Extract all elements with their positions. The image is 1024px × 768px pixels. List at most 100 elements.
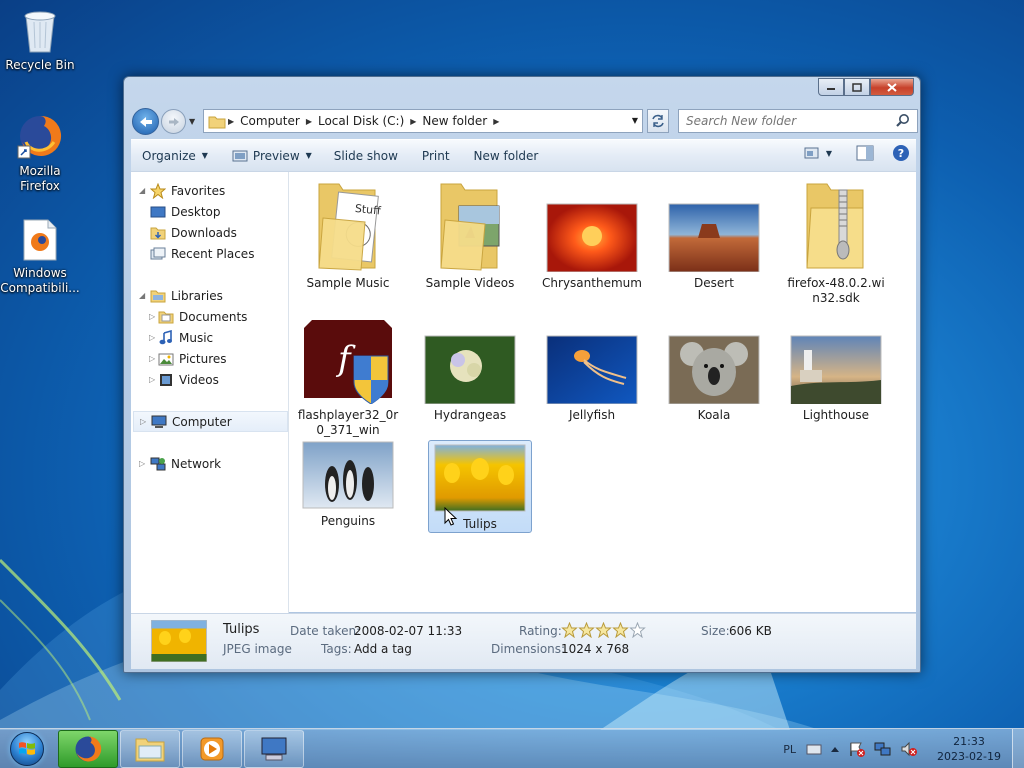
desktop-icon-recycle-bin[interactable]: Recycle Bin	[0, 6, 80, 73]
taskbar-firefox[interactable]	[58, 730, 118, 768]
file-item-lighthouse[interactable]: Lighthouse	[784, 310, 888, 423]
clock[interactable]: 21:33 2023-02-19	[926, 734, 1012, 764]
tree-videos[interactable]: ▷ Videos	[149, 369, 219, 390]
address-history-dropdown[interactable]: ▼	[632, 116, 638, 125]
desktop-icon-firefox[interactable]: Mozilla Firefox	[0, 112, 80, 194]
file-item-sample-videos[interactable]: Sample Videos	[418, 178, 522, 291]
recycle-bin-icon	[24, 11, 56, 53]
forward-button[interactable]	[161, 109, 186, 134]
star-icon[interactable]	[612, 622, 629, 638]
new-folder-button[interactable]: New folder	[465, 144, 548, 168]
file-item-firefox-sdk[interactable]: firefox-48.0.2.win32.sdk	[784, 178, 888, 306]
tree-libraries[interactable]: ◢ Libraries	[139, 285, 223, 306]
zip-folder-icon	[806, 183, 864, 269]
keyboard-icon[interactable]	[806, 743, 822, 755]
expand-arrow-icon[interactable]: ▷	[149, 312, 157, 321]
network-status-icon[interactable]	[874, 741, 892, 757]
preview-button[interactable]: Preview ▼	[223, 144, 321, 168]
rating-stars[interactable]	[561, 622, 646, 638]
taskbar-explorer[interactable]	[120, 730, 180, 768]
file-name: Jellyfish	[568, 408, 616, 422]
breadcrumb-local-disk[interactable]: Local Disk (C:)	[314, 114, 408, 128]
image-thumbnail	[546, 203, 638, 272]
star-icon[interactable]	[629, 622, 646, 638]
slideshow-button[interactable]: Slide show	[325, 144, 407, 168]
expand-arrow-icon[interactable]: ▷	[140, 417, 150, 426]
breadcrumb-separator[interactable]: ▶	[304, 117, 314, 126]
file-item-chrysanthemum[interactable]: Chrysanthemum	[540, 178, 644, 291]
print-button[interactable]: Print	[413, 144, 459, 168]
file-name: Penguins	[320, 514, 376, 528]
video-folder-icon	[440, 183, 500, 271]
collapse-arrow-icon[interactable]: ◢	[139, 291, 149, 300]
refresh-button[interactable]	[647, 109, 669, 133]
organize-button[interactable]: Organize ▼	[131, 144, 217, 168]
details-tags-value[interactable]: Add a tag	[354, 642, 412, 656]
file-item-koala[interactable]: Koala	[662, 310, 766, 423]
breadcrumb-computer[interactable]: Computer	[236, 114, 304, 128]
details-size-value: 606 KB	[729, 624, 772, 638]
search-box[interactable]	[678, 109, 918, 133]
action-center-icon[interactable]	[848, 741, 866, 757]
tree-desktop[interactable]: Desktop	[149, 201, 221, 222]
taskbar-remote-desktop[interactable]	[244, 730, 304, 768]
tree-computer[interactable]: ▷ Computer	[133, 411, 288, 432]
tree-documents[interactable]: ▷ Documents	[149, 306, 247, 327]
back-button[interactable]	[132, 108, 159, 135]
input-language[interactable]: PL	[783, 743, 796, 756]
help-button[interactable]: ?	[892, 144, 910, 162]
file-item-desert[interactable]: Desert	[662, 178, 766, 291]
system-tray: PL 21:33 2023-02-19	[783, 729, 1024, 768]
search-input[interactable]	[686, 114, 891, 128]
details-date-value[interactable]: 2008-02-07 11:33	[354, 624, 462, 638]
recent-pages-dropdown[interactable]: ▼	[189, 117, 195, 126]
preview-icon	[232, 150, 248, 161]
tree-favorites[interactable]: ◢ Favorites	[139, 180, 225, 201]
minimize-button[interactable]	[818, 78, 844, 96]
file-item-penguins[interactable]: Penguins	[296, 440, 400, 529]
show-hidden-icons-icon[interactable]	[830, 745, 840, 753]
image-thumbnail	[546, 335, 638, 404]
folder-icon	[208, 116, 226, 128]
file-name: firefox-48.0.2.win32.sdk	[787, 276, 885, 305]
breadcrumb-separator[interactable]: ▶	[226, 117, 236, 126]
file-item-jellyfish[interactable]: Jellyfish	[540, 310, 644, 423]
tree-label: Downloads	[171, 225, 237, 240]
music-note-icon	[159, 329, 172, 344]
file-name: flashplayer32_0r0_371_win	[297, 408, 399, 437]
tree-recent-places[interactable]: Recent Places	[149, 243, 254, 264]
close-button[interactable]	[870, 78, 914, 96]
breadcrumb-separator[interactable]: ▶	[491, 117, 501, 126]
expand-arrow-icon[interactable]: ▷	[139, 459, 149, 468]
preview-pane-button[interactable]	[856, 145, 874, 161]
desktop-icon-windows-compat[interactable]: Windows Compatibili...	[0, 218, 80, 296]
slideshow-label: Slide show	[333, 148, 398, 163]
tree-music[interactable]: ▷ Music	[149, 327, 213, 348]
start-button[interactable]	[4, 730, 50, 768]
computer-icon	[151, 415, 166, 428]
file-item-hydrangeas[interactable]: Hydrangeas	[418, 310, 522, 423]
star-icon[interactable]	[578, 622, 595, 638]
expand-arrow-icon[interactable]: ▷	[149, 333, 157, 342]
tree-network[interactable]: ▷ Network	[139, 453, 221, 474]
taskbar-media-player[interactable]	[182, 730, 242, 768]
expand-arrow-icon[interactable]: ▷	[149, 354, 157, 363]
file-item-sample-music[interactable]: Stuff Sample Music	[296, 178, 400, 291]
address-bar[interactable]: ▶ Computer ▶ Local Disk (C:) ▶ New folde…	[203, 109, 643, 133]
details-file-type: JPEG image	[223, 642, 292, 656]
show-desktop-button[interactable]	[1012, 729, 1024, 768]
star-icon[interactable]	[561, 622, 578, 638]
breadcrumb-new-folder[interactable]: New folder	[418, 114, 491, 128]
collapse-arrow-icon[interactable]: ◢	[139, 186, 149, 195]
expand-arrow-icon[interactable]: ▷	[149, 375, 157, 384]
volume-muted-icon[interactable]	[900, 741, 918, 757]
maximize-button[interactable]	[844, 78, 870, 96]
star-icon[interactable]	[595, 622, 612, 638]
breadcrumb-separator[interactable]: ▶	[408, 117, 418, 126]
tree-pictures[interactable]: ▷ Pictures	[149, 348, 227, 369]
change-view-button[interactable]: ▼	[804, 146, 832, 160]
caption-buttons	[818, 78, 914, 96]
file-item-flashplayer[interactable]: f flashplayer32_0r0_371_win	[296, 318, 400, 438]
details-dimensions-label: Dimensions:	[491, 642, 566, 656]
tree-downloads[interactable]: Downloads	[149, 222, 237, 243]
